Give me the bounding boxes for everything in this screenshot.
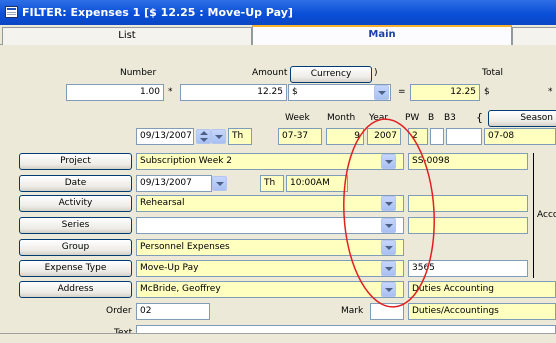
week-label: Week [285,113,310,123]
total-label: Total [482,68,504,78]
activity-dropdown-icon[interactable] [381,196,396,211]
project-field[interactable]: Subscription Week 2 [136,153,404,170]
mark-input[interactable] [370,303,404,320]
series-field[interactable] [136,217,404,234]
app-window-icon [5,6,18,18]
number-label: Number [120,68,157,78]
bracket-mark: { [476,111,483,124]
number-input[interactable]: 1.00 [66,84,164,101]
tab-main[interactable]: Main [252,25,512,46]
event-day-field: Th [260,175,284,192]
total-symbol: $ [484,87,490,97]
day-field: Th [228,128,252,145]
mark-dept-field: Duties/Accountings [408,303,556,320]
window-title: FILTER: Expenses 1 [$ 12.25 : Move-Up Pa… [22,6,293,19]
project-button[interactable]: Project [19,153,132,170]
currency-dropdown-icon[interactable] [374,85,389,100]
order-label: Order [106,306,132,316]
b3-label: B3 [444,113,456,123]
event-date-dropdown-icon[interactable] [212,176,227,191]
group-dropdown-icon[interactable] [381,240,396,255]
accounting-side-label: Acco [537,210,556,220]
season-button[interactable]: Season [488,110,556,127]
order-input[interactable]: 02 [136,303,210,320]
event-date-input[interactable]: 09/13/2007 [136,175,212,192]
month-label: Month [327,113,356,123]
currency-button[interactable]: Currency [290,66,372,83]
address-dept-field: Duties Accounting [408,281,556,298]
multiply-sign: * [168,87,173,97]
series-dropdown-icon[interactable] [381,218,396,233]
bottom-edge [0,333,556,343]
expense-code-field[interactable]: 3565 [408,260,528,277]
series-button[interactable]: Series [19,217,132,234]
right-group-divider [533,153,534,278]
activity-button[interactable]: Activity [19,195,132,212]
date-button[interactable]: Date [19,175,132,192]
series-code-field [408,217,528,234]
tab-extra[interactable] [512,27,556,45]
main-panel: Number Amount Currency ) Total 1.00 * 12… [0,45,556,343]
expense-type-button[interactable]: Expense Type [19,260,132,277]
group-field[interactable]: Personnel Expenses [136,239,404,256]
year-label: Year [369,113,389,123]
activity-field[interactable]: Rehearsal [136,195,404,212]
event-time-field: 10:00AM [286,175,348,192]
address-field[interactable]: McBride, Geoffrey [136,281,404,298]
month-field: 9 [326,128,364,145]
expense-type-field[interactable]: Move-Up Pay [136,260,404,277]
amount-input[interactable]: 12.25 [180,84,287,101]
currency-cut-label: ) [374,68,378,78]
activity-code-field [408,195,528,212]
project-code-field: SS-0098 [408,153,528,170]
b-field[interactable] [430,128,444,145]
date-input[interactable]: 09/13/2007 [136,128,194,145]
date-dropdown-icon[interactable] [211,129,226,144]
mark-label: Mark [341,306,364,316]
season-field: 07-08 [484,128,556,145]
window-title-bar: FILTER: Expenses 1 [$ 12.25 : Move-Up Pa… [0,0,556,25]
tab-list[interactable]: List [2,27,252,45]
pw-field: 2 [408,128,428,145]
equals-sign: = [398,87,406,97]
tail-sign: * [548,87,553,97]
currency-symbol: $ [292,87,298,97]
project-dropdown-icon[interactable] [381,154,396,169]
amount-label: Amount [252,68,288,78]
date-spinner-icon[interactable] [196,129,211,144]
week-field: 07-37 [278,128,322,145]
total-input[interactable]: 12.25 [410,84,480,101]
pw-label: PW [405,113,420,123]
tab-bar: List Main [0,25,556,46]
year-field: 2007 [367,128,401,145]
address-button[interactable]: Address [19,281,132,298]
group-button[interactable]: Group [19,239,132,256]
expense-type-dropdown-icon[interactable] [381,261,396,276]
address-dropdown-icon[interactable] [381,282,396,297]
b-label: B [428,113,435,123]
b3-field[interactable] [446,128,482,145]
